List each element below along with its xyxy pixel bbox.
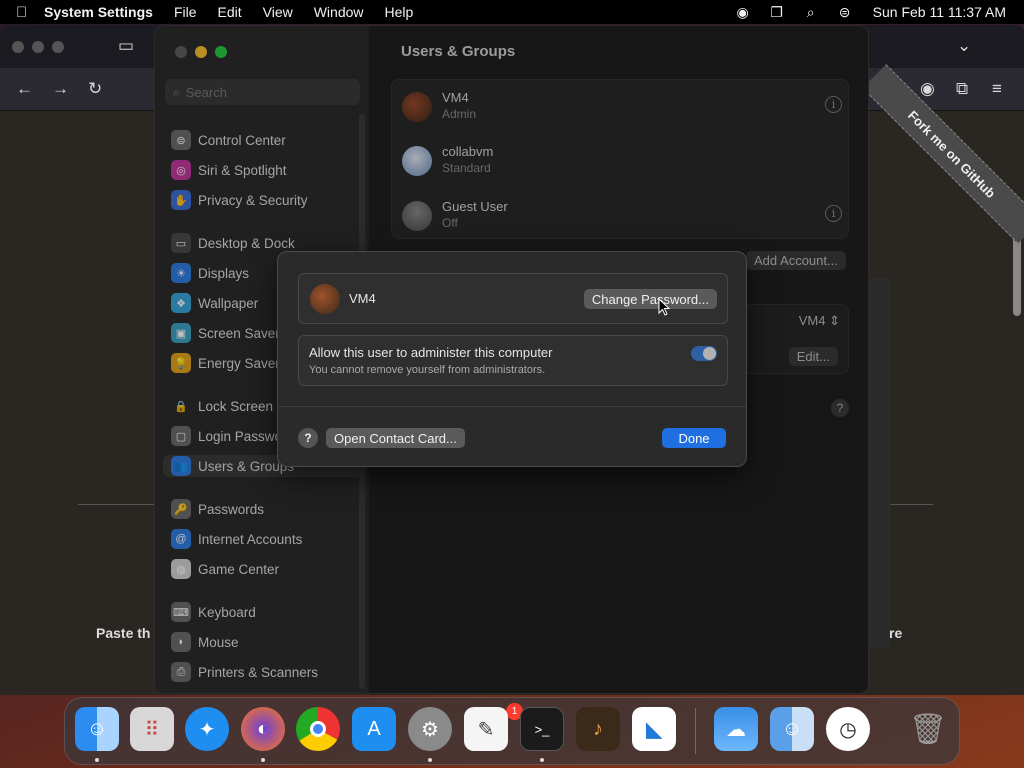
extensions-icon[interactable]: ⧉ [956, 79, 968, 99]
user-details-sheet: VM4 Change Password... Allow this user t… [277, 251, 747, 467]
app-menu[interactable]: System Settings [44, 4, 153, 20]
menu-bar:  System Settings File Edit View Window … [0, 0, 1024, 24]
running-indicator [261, 758, 265, 762]
menu-window[interactable]: Window [314, 4, 364, 20]
browser-minimize-button[interactable] [32, 41, 44, 53]
football-avatar [310, 284, 340, 314]
migration-assistant-icon[interactable]: ☺ [770, 707, 814, 751]
app-store-icon[interactable]: A [352, 707, 396, 751]
toggle-knob [703, 347, 716, 360]
account-icon[interactable]: ◉ [920, 79, 935, 99]
reload-icon[interactable]: ↻ [88, 79, 102, 99]
chrome-icon[interactable] [296, 707, 340, 751]
menu-icon[interactable]: ≡ [992, 79, 1002, 99]
forward-icon[interactable]: → [52, 79, 69, 99]
admin-subtitle: You cannot remove yourself from administ… [309, 364, 546, 376]
mouse-cursor-icon [658, 298, 670, 316]
spotlight-search-icon[interactable]: ⌕ [801, 2, 821, 22]
vscode-icon[interactable]: ◣ [632, 707, 676, 751]
user-account-icon[interactable]: ◉ [733, 2, 753, 22]
firefox-icon[interactable]: ◐ [241, 707, 285, 751]
system-settings-icon[interactable]: ⚙ [408, 707, 452, 751]
background-panel [869, 278, 890, 648]
apple-menu-icon[interactable]:  [16, 4, 44, 21]
running-indicator [540, 758, 544, 762]
sheet-user-name: VM4 [349, 291, 376, 306]
finder-icon[interactable]: ☺ [75, 707, 119, 751]
control-center-icon[interactable]: ⊜ [835, 2, 855, 22]
menubar-clock[interactable]: Sun Feb 11 11:37 AM [873, 4, 1006, 20]
menu-edit[interactable]: Edit [218, 4, 242, 20]
sheet-divider [278, 406, 746, 407]
admin-title: Allow this user to administer this compu… [309, 345, 553, 360]
dock: ☺ ⠿ ✦ ◐ A ⚙ 1 ✎ >_ ♪ ◣ ☁ ☺ ◷ 🗑 [64, 697, 960, 765]
menu-view[interactable]: View [263, 4, 293, 20]
launchpad-icon[interactable]: ⠿ [130, 707, 174, 751]
trash-icon[interactable]: 🗑 [906, 707, 950, 751]
browser-close-button[interactable] [12, 41, 24, 53]
safari-icon[interactable]: ✦ [185, 707, 229, 751]
browser-zoom-button[interactable] [52, 41, 64, 53]
tab-overview-icon[interactable]: ▭ [118, 36, 134, 56]
textedit-icon[interactable]: ✎ [464, 707, 508, 751]
clock-app-icon[interactable]: ◷ [826, 707, 870, 751]
running-indicator [428, 758, 432, 762]
screen-mirroring-icon[interactable]: ❐ [767, 2, 787, 22]
chevron-down-icon[interactable]: ⌄ [957, 36, 971, 56]
menu-help[interactable]: Help [385, 4, 414, 20]
help-button[interactable]: ? [298, 428, 318, 448]
terminal-icon[interactable]: >_ [520, 707, 564, 751]
page-text-left: Paste th [96, 625, 151, 641]
running-indicator [95, 758, 99, 762]
weather-icon[interactable]: ☁ [714, 707, 758, 751]
back-icon[interactable]: ← [16, 79, 33, 99]
change-password-button[interactable]: Change Password... [583, 289, 717, 309]
admin-toggle[interactable] [691, 346, 717, 361]
admin-permission-box: Allow this user to administer this compu… [298, 335, 728, 386]
done-button[interactable]: Done [662, 428, 726, 448]
open-contact-card-button[interactable]: Open Contact Card... [326, 428, 465, 448]
garageband-icon[interactable]: ♪ [576, 707, 620, 751]
menu-file[interactable]: File [174, 4, 197, 20]
dock-separator [695, 708, 696, 754]
